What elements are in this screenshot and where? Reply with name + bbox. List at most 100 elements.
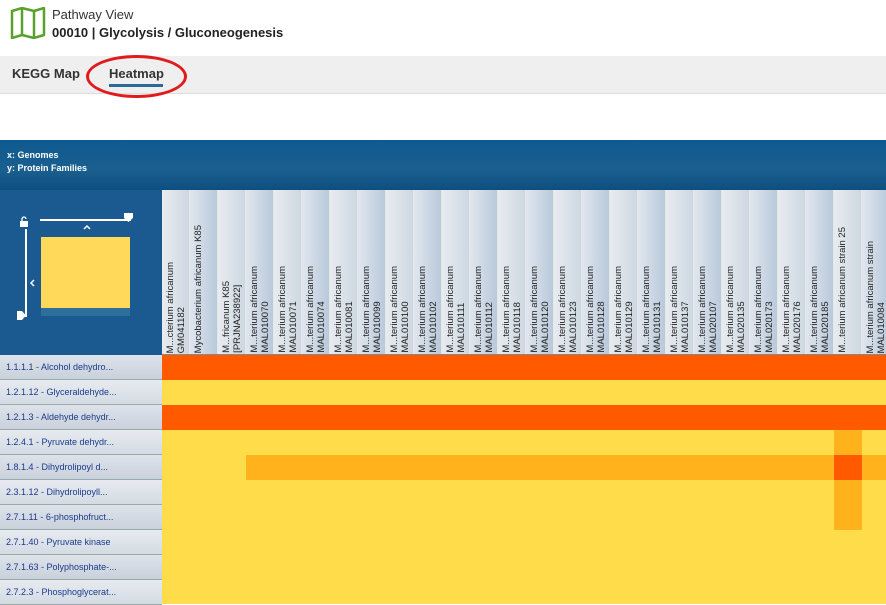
heatmap-cell[interactable]: [834, 505, 862, 530]
heatmap-cell[interactable]: [638, 580, 666, 604]
heatmap-cell[interactable]: [162, 480, 190, 505]
heatmap-cell[interactable]: [190, 480, 218, 505]
heatmap-cell[interactable]: [302, 455, 330, 480]
horizontal-scroll-track[interactable]: [40, 219, 131, 221]
heatmap-cell[interactable]: [694, 455, 722, 480]
heatmap-cell[interactable]: [498, 580, 526, 604]
row-label[interactable]: 2.7.1.11 - 6-phosphofruct...: [0, 505, 162, 530]
heatmap-cell[interactable]: [554, 355, 582, 380]
heatmap-cell[interactable]: [302, 380, 330, 405]
column-header[interactable]: M...cterium africanum GM041182: [162, 190, 190, 354]
heatmap-cell[interactable]: [722, 380, 750, 405]
heatmap-cell[interactable]: [666, 580, 694, 604]
heatmap-cell[interactable]: [806, 380, 834, 405]
heatmap-cell[interactable]: [330, 355, 358, 380]
heatmap-cell[interactable]: [386, 480, 414, 505]
heatmap-cell[interactable]: [526, 505, 554, 530]
row-label[interactable]: 1.2.1.3 - Aldehyde dehydr...: [0, 405, 162, 430]
heatmap-cell[interactable]: [302, 430, 330, 455]
heatmap-cell[interactable]: [694, 480, 722, 505]
heatmap-cell[interactable]: [162, 555, 190, 580]
heatmap-cell[interactable]: [610, 430, 638, 455]
heatmap-cell[interactable]: [442, 505, 470, 530]
unlock-icon[interactable]: [19, 216, 29, 231]
heatmap-cell[interactable]: [330, 455, 358, 480]
column-header[interactable]: M...terium africanum MAL010074: [302, 190, 330, 354]
heatmap-cell[interactable]: [498, 555, 526, 580]
heatmap-cell[interactable]: [834, 555, 862, 580]
heatmap-cell[interactable]: [162, 430, 190, 455]
heatmap-cell[interactable]: [862, 580, 886, 604]
heatmap-cell[interactable]: [554, 555, 582, 580]
heatmap-cell[interactable]: [638, 355, 666, 380]
heatmap-cell[interactable]: [666, 530, 694, 555]
heatmap-cell[interactable]: [750, 555, 778, 580]
heatmap-cell[interactable]: [834, 355, 862, 380]
column-header[interactable]: M...terium africanum MAL010111: [442, 190, 470, 354]
heatmap-cell[interactable]: [666, 405, 694, 430]
heatmap-cell[interactable]: [330, 580, 358, 604]
heatmap-cell[interactable]: [554, 480, 582, 505]
heatmap-cell[interactable]: [498, 505, 526, 530]
heatmap-cell[interactable]: [162, 530, 190, 555]
heatmap-cell[interactable]: [778, 580, 806, 604]
heatmap-cell[interactable]: [862, 455, 886, 480]
heatmap-cell[interactable]: [526, 405, 554, 430]
heatmap-cell[interactable]: [162, 580, 190, 604]
heatmap-cell[interactable]: [302, 505, 330, 530]
heatmap-cell[interactable]: [862, 480, 886, 505]
column-header[interactable]: M...terium africanum MAL010123: [554, 190, 582, 354]
heatmap-cell[interactable]: [694, 405, 722, 430]
heatmap-cell[interactable]: [218, 405, 246, 430]
heatmap-cell[interactable]: [722, 505, 750, 530]
heatmap-cell[interactable]: [778, 405, 806, 430]
heatmap-cell[interactable]: [806, 580, 834, 604]
heatmap-cell[interactable]: [862, 430, 886, 455]
column-header[interactable]: M...terium africanum MAL020176: [778, 190, 806, 354]
heatmap-cell[interactable]: [386, 555, 414, 580]
heatmap-cell[interactable]: [190, 405, 218, 430]
column-header[interactable]: M...terium africanum MAL010131: [638, 190, 666, 354]
heatmap-cell[interactable]: [442, 355, 470, 380]
heatmap-cell[interactable]: [414, 480, 442, 505]
heatmap-cell[interactable]: [274, 480, 302, 505]
heatmap-cell[interactable]: [190, 505, 218, 530]
heatmap-cell[interactable]: [750, 480, 778, 505]
heatmap-cell[interactable]: [778, 505, 806, 530]
column-header[interactable]: M...terium africanum MAL010081: [330, 190, 358, 354]
heatmap-cell[interactable]: [442, 430, 470, 455]
row-label[interactable]: 2.3.1.12 - Dihydrolipoyll...: [0, 480, 162, 505]
heatmap-cell[interactable]: [554, 580, 582, 604]
heatmap-cell[interactable]: [554, 430, 582, 455]
heatmap-cell[interactable]: [414, 505, 442, 530]
navigator-viewport[interactable]: [41, 237, 130, 316]
heatmap-cell[interactable]: [330, 555, 358, 580]
heatmap-cell[interactable]: [302, 480, 330, 505]
heatmap-cell[interactable]: [582, 355, 610, 380]
heatmap-cell[interactable]: [190, 380, 218, 405]
heatmap-cell[interactable]: [246, 380, 274, 405]
heatmap-cell[interactable]: [834, 580, 862, 604]
heatmap-cell[interactable]: [666, 380, 694, 405]
heatmap-cell[interactable]: [274, 430, 302, 455]
heatmap-cell[interactable]: [694, 355, 722, 380]
heatmap-cell[interactable]: [386, 355, 414, 380]
heatmap-cell[interactable]: [414, 555, 442, 580]
heatmap-cell[interactable]: [638, 455, 666, 480]
heatmap-cell[interactable]: [330, 480, 358, 505]
heatmap-cell[interactable]: [330, 430, 358, 455]
heatmap-cell[interactable]: [414, 405, 442, 430]
heatmap-cell[interactable]: [498, 405, 526, 430]
heatmap-cell[interactable]: [750, 580, 778, 604]
vertical-slider-handle-icon[interactable]: [17, 311, 27, 323]
heatmap-cell[interactable]: [694, 530, 722, 555]
heatmap-cell[interactable]: [218, 455, 246, 480]
column-header[interactable]: M...terium africanum strain 25: [834, 190, 862, 354]
column-header[interactable]: M...terium africanum MAL010071: [274, 190, 302, 354]
heatmap-cell[interactable]: [442, 530, 470, 555]
heatmap-cell[interactable]: [638, 505, 666, 530]
heatmap-cell[interactable]: [302, 405, 330, 430]
heatmap-cell[interactable]: [582, 380, 610, 405]
heatmap-cell[interactable]: [386, 455, 414, 480]
heatmap-cell[interactable]: [358, 380, 386, 405]
